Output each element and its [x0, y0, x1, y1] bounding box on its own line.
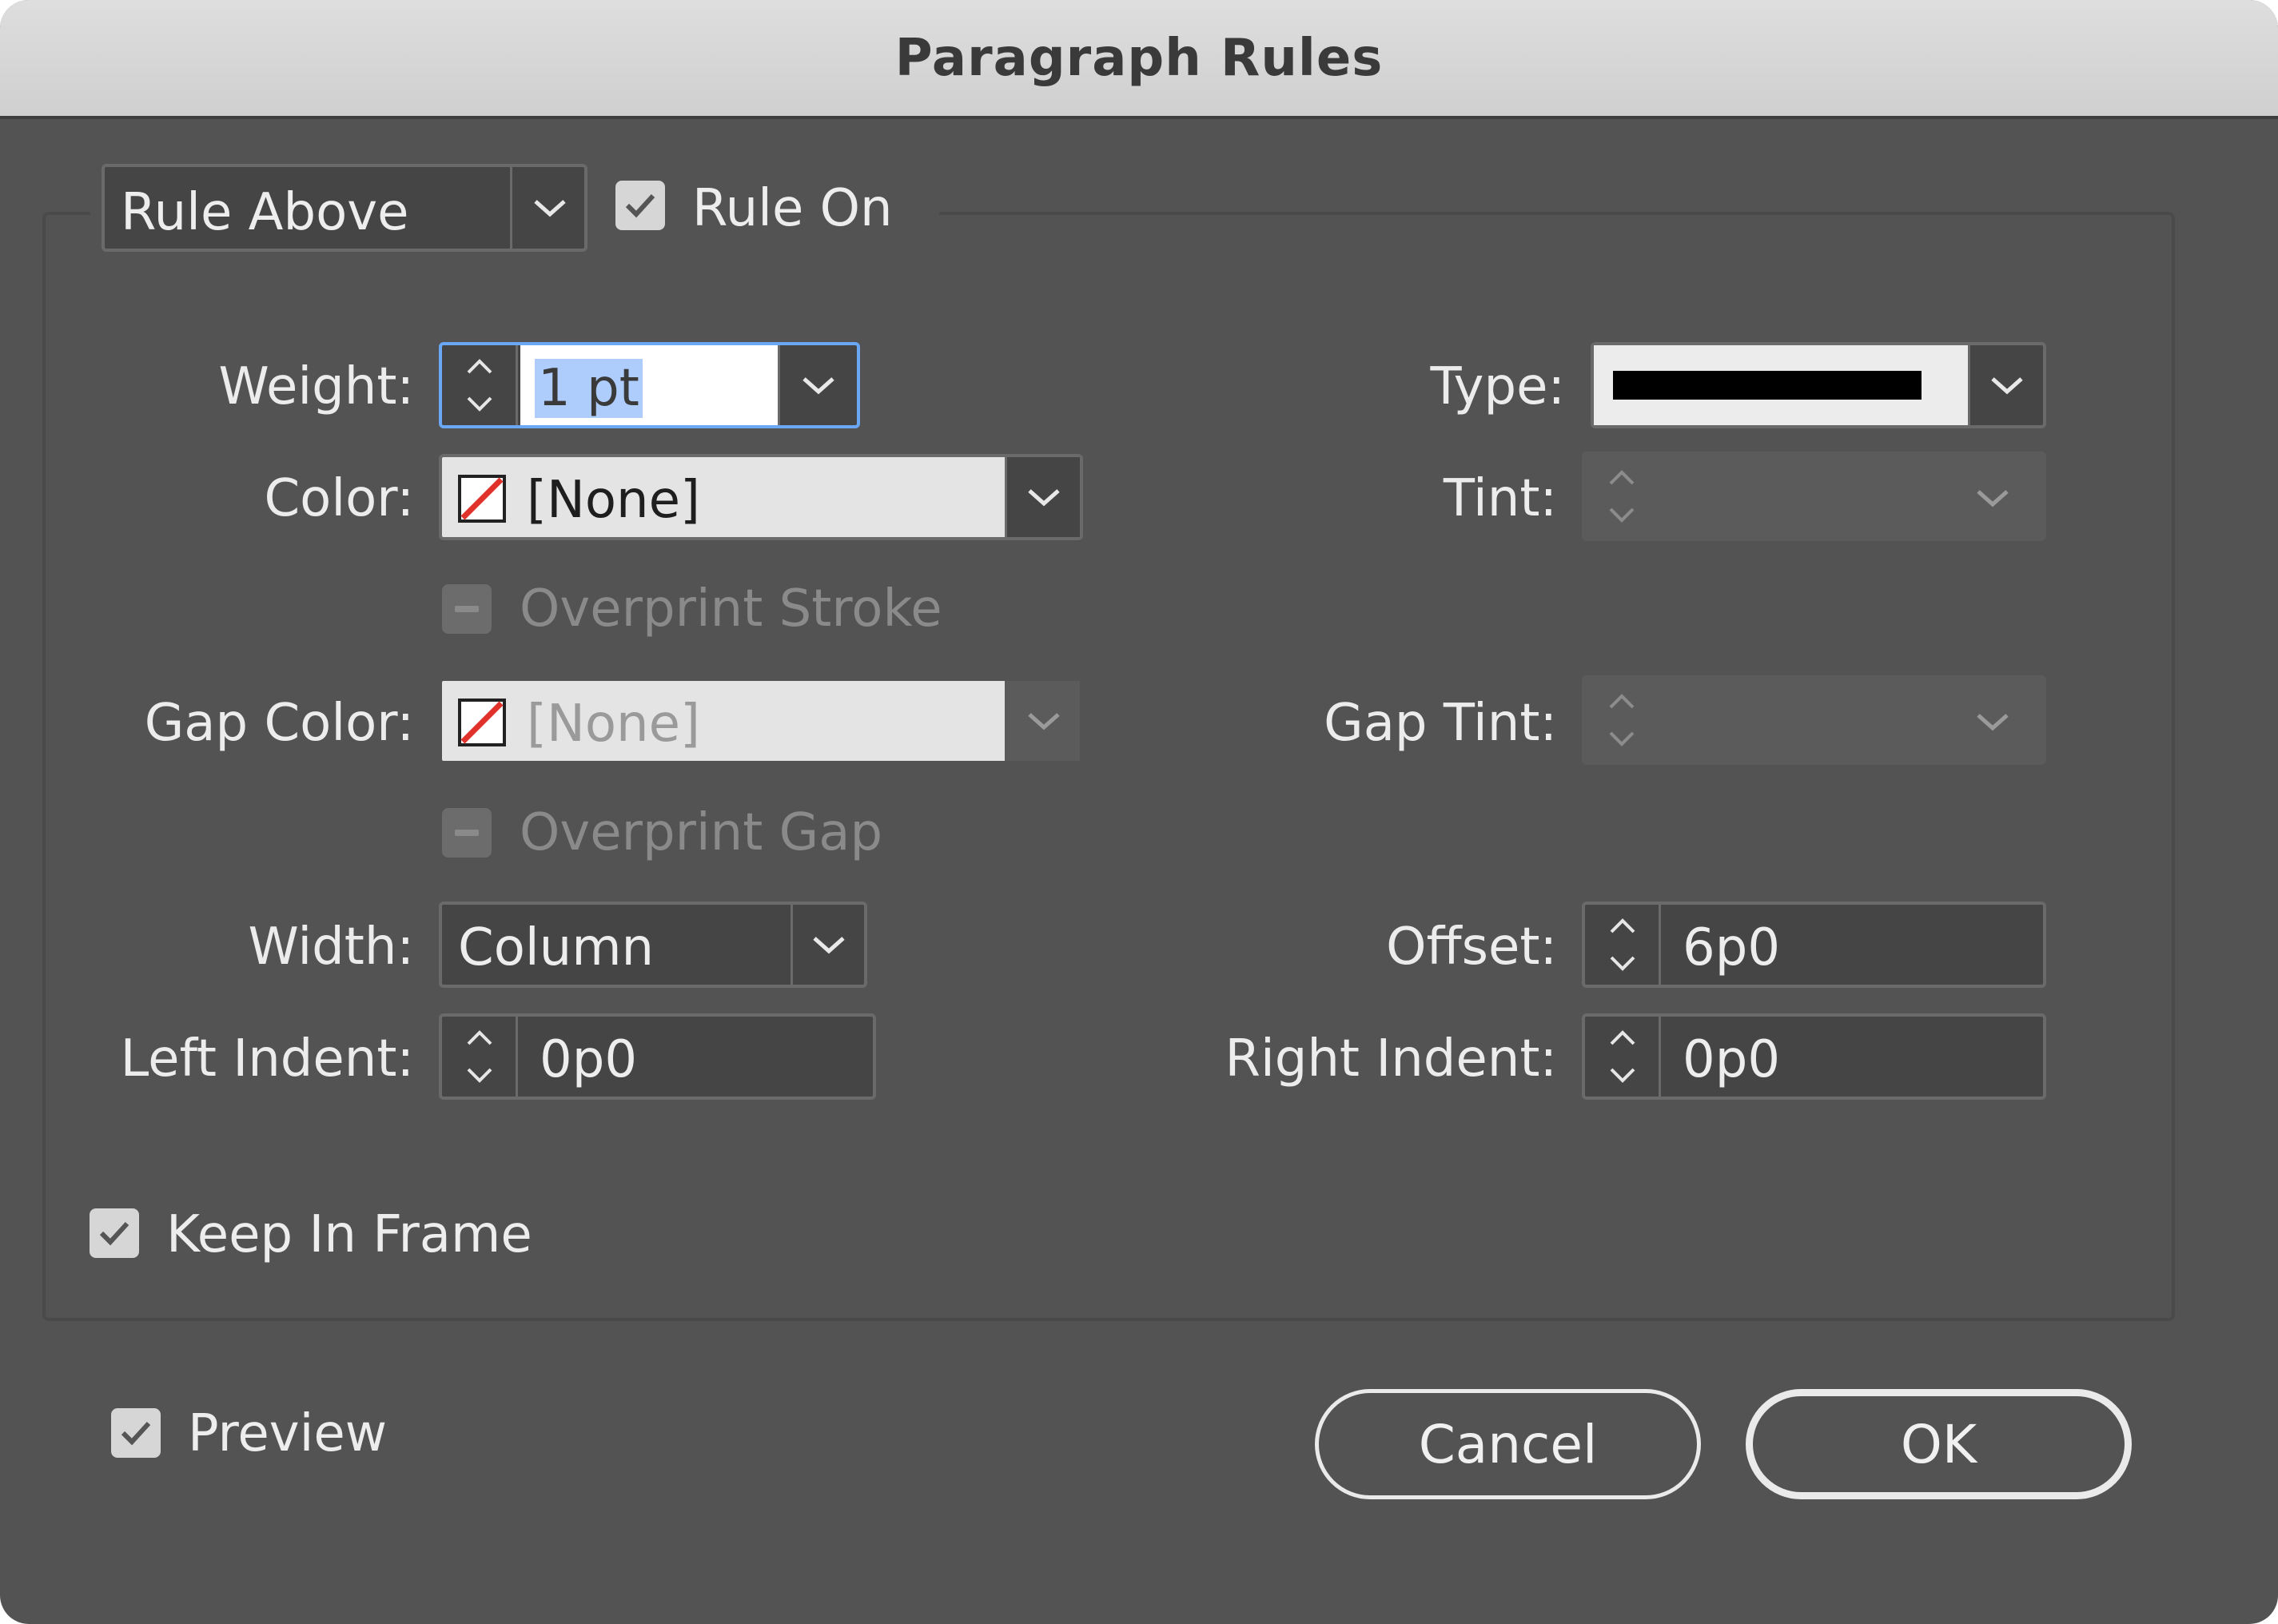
chevron-down-icon[interactable]	[791, 905, 864, 985]
indeterminate-dash-icon	[455, 606, 479, 612]
gap-tint-label: Gap Tint:	[1324, 694, 1557, 753]
gap-color-select[interactable]: [None]	[439, 678, 1083, 764]
indeterminate-dash-icon	[455, 830, 479, 836]
up-down-arrows-icon	[1610, 918, 1635, 971]
cancel-button[interactable]: Cancel	[1315, 1389, 1701, 1499]
right-indent-stepper[interactable]	[1585, 1017, 1661, 1097]
left-indent-label: Left Indent:	[120, 1029, 414, 1089]
title-bar: Paragraph Rules	[0, 0, 2278, 119]
checkmark-icon	[625, 193, 655, 218]
right-indent-label: Right Indent:	[1225, 1029, 1557, 1089]
chevron-down-icon[interactable]	[1005, 681, 1080, 761]
overprint-stroke-label: Overprint Stroke	[520, 579, 942, 639]
right-indent-field[interactable]: 0p0	[1582, 1013, 2046, 1100]
keep-in-frame-label: Keep In Frame	[166, 1205, 532, 1264]
weight-value: 1 pt	[535, 359, 643, 418]
weight-stepper[interactable]	[442, 345, 518, 425]
chevron-down-icon[interactable]	[510, 167, 587, 249]
chevron-down-icon[interactable]	[1005, 457, 1080, 537]
none-swatch-icon	[458, 475, 506, 523]
width-value: Column	[458, 918, 655, 977]
tint-label: Tint:	[1443, 469, 1557, 528]
gap-tint-combobox[interactable]	[1582, 675, 2046, 765]
offset-stepper[interactable]	[1585, 905, 1661, 985]
overprint-stroke-checkbox[interactable]	[442, 584, 492, 634]
up-down-arrows-icon	[1610, 1030, 1635, 1083]
rule-type-select-value: Rule Above	[121, 183, 409, 242]
chevron-down-icon[interactable]	[778, 345, 857, 425]
offset-value[interactable]: 6p0	[1683, 922, 1780, 973]
gap-color-label: Gap Color:	[144, 694, 414, 753]
left-indent-stepper[interactable]	[442, 1017, 518, 1097]
color-select[interactable]: [None]	[439, 454, 1083, 540]
left-indent-value[interactable]: 0p0	[540, 1034, 637, 1085]
weight-label: Weight:	[218, 357, 414, 416]
checkmark-icon	[99, 1221, 129, 1246]
color-label: Color:	[264, 469, 414, 528]
up-down-arrows-icon	[1609, 470, 1635, 523]
tint-combobox[interactable]	[1582, 452, 2046, 541]
none-swatch-icon	[458, 699, 506, 746]
offset-label: Offset:	[1386, 917, 1557, 977]
gap-color-value: [None]	[527, 695, 700, 754]
right-indent-value[interactable]: 0p0	[1683, 1034, 1780, 1085]
keep-in-frame-checkbox[interactable]	[90, 1208, 139, 1258]
width-select[interactable]: Column	[439, 902, 867, 988]
left-indent-field[interactable]: 0p0	[439, 1013, 876, 1100]
checkmark-icon	[121, 1421, 151, 1446]
chevron-down-icon	[1977, 490, 2009, 508]
overprint-gap-label: Overprint Gap	[520, 803, 883, 862]
dialog-title: Paragraph Rules	[894, 28, 1384, 88]
weight-input[interactable]: 1 pt	[520, 345, 778, 425]
ok-button[interactable]: OK	[1746, 1389, 2132, 1499]
solid-stroke-swatch	[1613, 371, 1922, 400]
width-label: Width:	[248, 917, 415, 977]
stroke-type-select[interactable]	[1591, 342, 2046, 428]
up-down-arrows-icon	[1609, 694, 1635, 746]
rule-on-label: Rule On	[692, 179, 893, 238]
rule-type-select[interactable]: Rule Above	[102, 164, 587, 252]
preview-checkbox[interactable]	[111, 1408, 161, 1458]
type-label: Type:	[1430, 357, 1565, 416]
up-down-arrows-icon	[467, 1030, 492, 1083]
color-value: [None]	[527, 471, 700, 530]
preview-label: Preview	[188, 1404, 388, 1463]
up-down-arrows-icon	[467, 359, 492, 412]
chevron-down-icon	[1977, 714, 2009, 731]
offset-field[interactable]: 6p0	[1582, 902, 2046, 988]
chevron-down-icon[interactable]	[1968, 345, 2043, 425]
overprint-gap-checkbox[interactable]	[442, 808, 492, 858]
weight-combobox[interactable]: 1 pt	[439, 342, 860, 428]
stroke-type-preview	[1594, 345, 1968, 425]
rule-on-checkbox[interactable]	[615, 181, 665, 230]
paragraph-rules-dialog: Paragraph Rules Rule Above Rule On Weigh…	[0, 0, 2278, 1624]
